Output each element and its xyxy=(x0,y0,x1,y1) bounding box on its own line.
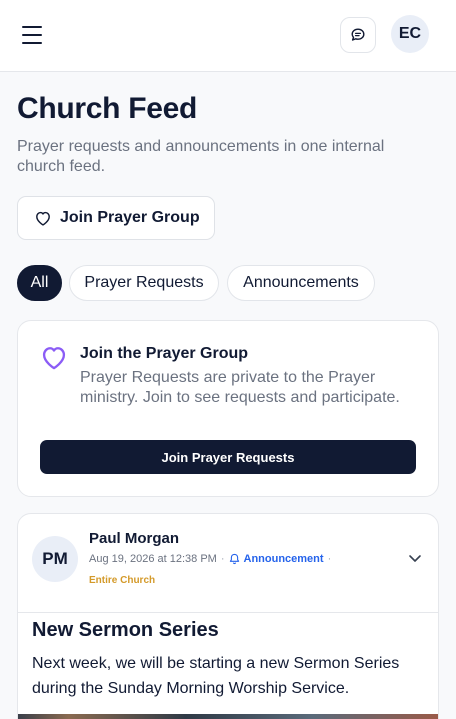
page-subtitle: Prayer requests and announcements in one… xyxy=(17,138,385,175)
post-title: New Sermon Series xyxy=(32,619,219,641)
chevron-down-icon[interactable] xyxy=(408,553,422,563)
join-card-text: Prayer Requests are private to the Praye… xyxy=(80,369,400,406)
feed-post-card: PM Paul Morgan Aug 19, 2026 at 12:38 PM … xyxy=(17,513,439,719)
user-avatar[interactable]: EC xyxy=(391,15,429,53)
join-prayer-requests-button[interactable]: Join Prayer Requests xyxy=(40,440,416,474)
tab-announcements[interactable]: Announcements xyxy=(227,265,375,301)
meta-separator: · xyxy=(327,553,332,565)
post-image[interactable] xyxy=(18,714,438,719)
join-prayer-group-label: Join Prayer Group xyxy=(60,209,200,226)
meta-separator: · xyxy=(220,553,225,565)
join-prayer-group-card: Join the Prayer Group Prayer Requests ar… xyxy=(17,320,439,497)
bell-icon xyxy=(229,553,239,565)
chat-bubble-icon xyxy=(351,28,365,41)
post-type-badge: Announcement xyxy=(229,553,324,565)
page-title: Church Feed xyxy=(17,92,198,125)
post-meta: Aug 19, 2026 at 12:38 PM · Announcement … xyxy=(89,553,335,565)
heart-icon xyxy=(36,211,50,226)
post-divider xyxy=(18,612,438,613)
post-audience: Entire Church xyxy=(89,575,156,586)
user-avatar-initials: EC xyxy=(398,25,422,42)
heart-icon xyxy=(42,347,66,370)
post-type-label: Announcement xyxy=(243,553,324,565)
join-card-title: Join the Prayer Group xyxy=(80,345,249,362)
post-author-name[interactable]: Paul Morgan xyxy=(89,530,179,547)
post-body: Next week, we will be starting a new Ser… xyxy=(32,655,400,697)
top-bar: EC xyxy=(0,0,456,72)
tab-all[interactable]: All xyxy=(17,265,62,301)
tab-prayer-requests[interactable]: Prayer Requests xyxy=(69,265,219,301)
hamburger-icon[interactable] xyxy=(22,26,42,44)
chat-button[interactable] xyxy=(340,17,376,53)
post-author-initials: PM xyxy=(42,549,68,568)
post-author-avatar[interactable]: PM xyxy=(32,536,78,582)
join-prayer-group-button[interactable]: Join Prayer Group xyxy=(17,196,215,240)
post-timestamp: Aug 19, 2026 at 12:38 PM xyxy=(89,553,217,565)
